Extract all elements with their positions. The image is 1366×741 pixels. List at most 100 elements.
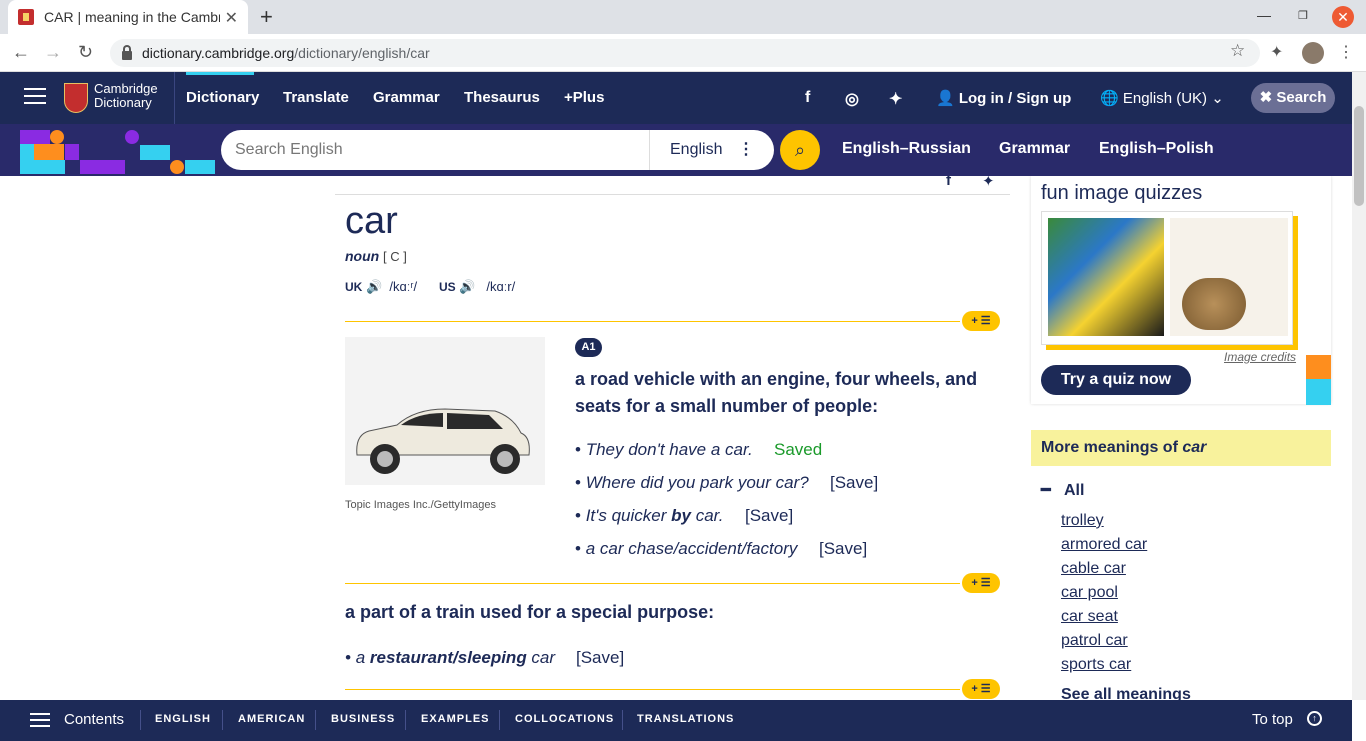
grammar-code: [ C ] — [383, 249, 407, 264]
header-search-button[interactable]: ✖ Search — [1251, 83, 1335, 113]
us-label: US — [439, 280, 456, 294]
facebook-icon[interactable]: f — [805, 89, 810, 107]
extensions-icon[interactable]: ✦ — [1270, 42, 1283, 62]
browser-tab[interactable]: CAR | meaning in the Cambridge English D… — [8, 0, 248, 34]
add-to-wordlist-button[interactable]: + ☰ — [962, 573, 1000, 593]
login-link[interactable]: 👤 Log in / Sign up — [936, 89, 1071, 107]
share-facebook-icon[interactable]: f — [946, 176, 951, 189]
cambridge-shield-logo[interactable] — [64, 83, 88, 113]
tab-collocations[interactable]: COLLOCATIONS — [515, 713, 614, 725]
uk-audio-icon[interactable]: 🔊 — [366, 279, 382, 294]
add-to-wordlist-button[interactable]: + ☰ — [962, 679, 1000, 699]
quiz-images[interactable] — [1041, 211, 1293, 345]
share-twitter-icon[interactable]: ✦ — [982, 176, 995, 190]
tab-translations[interactable]: TRANSLATIONS — [637, 713, 734, 725]
example-text: a car chase/accident/factory — [585, 539, 798, 558]
back-icon[interactable]: ← — [12, 42, 30, 63]
nav-dictionary[interactable]: Dictionary — [186, 89, 259, 106]
more-options-icon: ⋮ — [738, 141, 754, 158]
example-text-bold: restaurant/sleeping — [369, 648, 527, 667]
quick-link-grammar[interactable]: Grammar — [999, 140, 1070, 158]
dictionary-selector-label: English — [670, 141, 723, 158]
all-meanings-toggle[interactable]: ━ All — [1041, 480, 1084, 500]
collapse-icon: ━ — [1041, 482, 1051, 499]
browser-tab-strip: CAR | meaning in the Cambridge English D… — [0, 0, 1366, 34]
instagram-icon[interactable]: ◎ — [845, 89, 859, 109]
tab-american[interactable]: AMERICAN — [238, 713, 305, 725]
close-tab-icon[interactable]: ✕ — [225, 8, 238, 28]
new-tab-icon[interactable]: + — [260, 4, 273, 30]
forward-icon[interactable]: → — [44, 42, 62, 63]
save-example-button[interactable]: [Save] — [830, 473, 878, 493]
close-x-icon: ✖ — [1259, 89, 1273, 106]
decor-block — [20, 144, 34, 160]
search-input[interactable] — [235, 139, 635, 161]
meaning-link[interactable]: patrol car — [1061, 632, 1128, 650]
quick-link-english-polish[interactable]: English–Polish — [1099, 140, 1214, 158]
bottom-contents-bar: Contents ENGLISH AMERICAN BUSINESS EXAMP… — [0, 700, 1352, 741]
site-header: Cambridge Dictionary Dictionary Translat… — [0, 72, 1352, 124]
example-text-bold: by — [671, 506, 691, 525]
profile-avatar[interactable] — [1302, 42, 1324, 64]
menu-icon[interactable] — [24, 88, 46, 106]
add-to-wordlist-button[interactable]: + ☰ — [962, 311, 1000, 331]
tab-english[interactable]: ENGLISH — [155, 713, 211, 725]
meaning-link[interactable]: car pool — [1061, 584, 1118, 602]
minimize-icon[interactable]: — — [1257, 7, 1271, 23]
us-audio-icon[interactable]: 🔊 — [459, 279, 475, 294]
search-submit-button[interactable]: ⌕ — [780, 130, 820, 170]
meaning-link[interactable]: armored car — [1061, 536, 1147, 554]
restore-icon[interactable]: ❐ — [1298, 9, 1308, 22]
divider — [335, 194, 1010, 195]
try-quiz-button[interactable]: Try a quiz now — [1041, 365, 1191, 395]
all-label: All — [1063, 482, 1085, 499]
to-top-link[interactable]: To top — [1252, 711, 1293, 728]
example-text-pre: It's quicker — [585, 506, 672, 525]
meaning-link[interactable]: cable car — [1061, 560, 1126, 578]
browser-menu-icon[interactable]: ⋮ — [1338, 42, 1354, 62]
more-meanings-header: More meanings of car — [1031, 430, 1331, 466]
nav-grammar[interactable]: Grammar — [373, 89, 440, 106]
quick-link-english-russian[interactable]: English–Russian — [842, 140, 971, 158]
car-image — [345, 337, 545, 485]
decor-block — [20, 160, 65, 174]
bookmark-star-icon[interactable]: ☆ — [1230, 41, 1245, 61]
meaning-link[interactable]: trolley — [1061, 512, 1104, 530]
contents-button[interactable]: Contents — [64, 711, 124, 728]
divider — [499, 710, 500, 730]
twitter-icon[interactable]: ✦ — [889, 89, 902, 109]
decor-block — [170, 160, 184, 174]
cefr-level-badge[interactable]: A1 — [575, 338, 602, 357]
address-bar[interactable]: dictionary.cambridge.org/dictionary/engl… — [110, 39, 1260, 67]
nav-translate[interactable]: Translate — [283, 89, 349, 106]
decor-block — [80, 160, 125, 174]
headword: car — [345, 200, 398, 242]
divider — [405, 710, 406, 730]
see-all-meanings-link[interactable]: See all meanings — [1061, 686, 1191, 700]
divider — [315, 710, 316, 730]
dictionary-selector[interactable]: English ⋮ — [649, 130, 774, 170]
tab-business[interactable]: BUSINESS — [331, 713, 395, 725]
image-credits-link[interactable]: Image credits — [1224, 350, 1296, 364]
page-scrollbar-thumb[interactable] — [1354, 106, 1364, 206]
meaning-link[interactable]: car seat — [1061, 608, 1118, 626]
reload-icon[interactable]: ↻ — [78, 42, 93, 63]
us-pronunciation: US 🔊 /kɑːr/ — [439, 279, 515, 295]
saved-label[interactable]: Saved — [774, 440, 822, 460]
site-logo-text[interactable]: Cambridge Dictionary — [94, 82, 158, 110]
arrow-up-icon[interactable]: ↑ — [1307, 711, 1322, 726]
uk-pronunciation: UK 🔊 /kɑːʳ/ — [345, 279, 417, 295]
save-example-button[interactable]: [Save] — [576, 648, 624, 668]
uk-ipa: /kɑːʳ/ — [389, 279, 418, 294]
save-example-button[interactable]: [Save] — [745, 506, 793, 526]
language-selector[interactable]: 🌐 English (UK) ⌄ — [1100, 89, 1224, 107]
more-meanings-prefix: More meanings of — [1041, 439, 1183, 456]
save-example-button[interactable]: [Save] — [819, 539, 867, 559]
nav-thesaurus[interactable]: Thesaurus — [464, 89, 540, 106]
window-close-icon[interactable]: ✕ — [1332, 6, 1354, 28]
example-text-post: car. — [690, 506, 724, 525]
meaning-link[interactable]: sports car — [1061, 656, 1131, 674]
tab-examples[interactable]: EXAMPLES — [421, 713, 490, 725]
nav-plus[interactable]: +Plus — [564, 89, 604, 106]
contents-menu-icon[interactable] — [30, 713, 50, 729]
